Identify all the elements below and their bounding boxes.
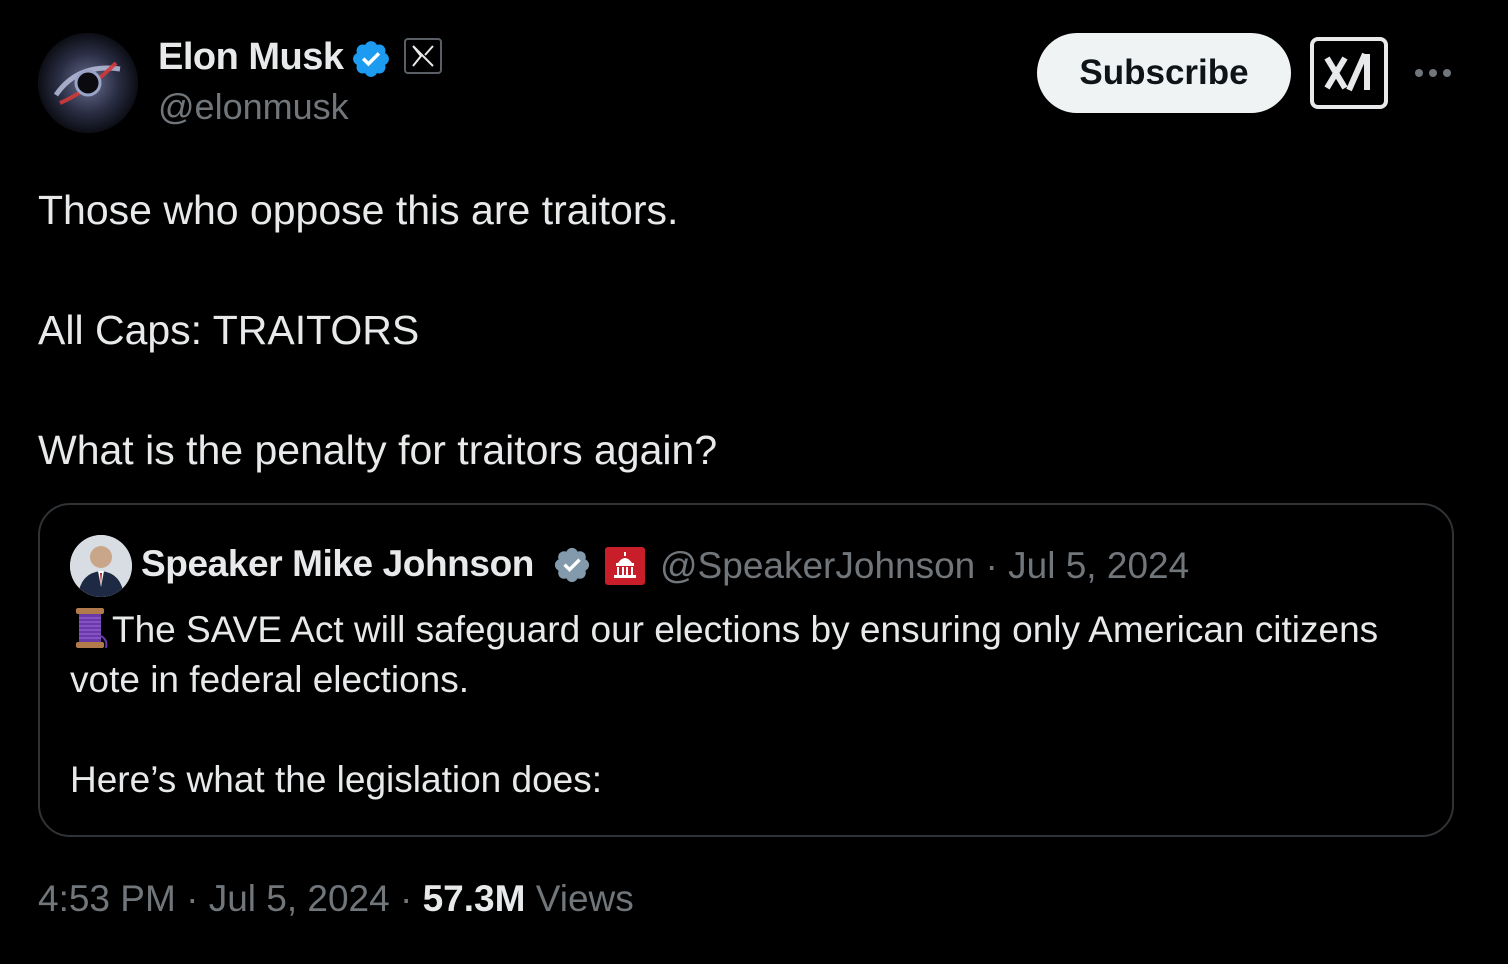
tweet-paragraph: What is the penalty for traitors again? <box>38 427 718 473</box>
author-name[interactable]: Elon Musk <box>158 36 344 79</box>
quoted-author-handle[interactable]: @SpeakerJohnson <box>660 545 975 586</box>
gray-verified-badge-icon[interactable] <box>552 545 592 585</box>
capitol-affiliation-icon[interactable] <box>605 547 645 585</box>
quoted-avatar-image <box>70 535 132 597</box>
footer-separator: · <box>186 878 199 919</box>
x-affiliation-icon[interactable] <box>404 38 442 74</box>
quoted-date[interactable]: Jul 5, 2024 <box>1008 545 1189 586</box>
tweet-detail: Elon Musk @elonmusk Subscribe Those who … <box>0 0 1508 964</box>
quoted-meta: @SpeakerJohnson · Jul 5, 2024 <box>660 545 1189 587</box>
quoted-line-1: The SAVE Act will safeguard our election… <box>70 609 1379 700</box>
tweet-date[interactable]: Jul 5, 2024 <box>209 878 390 919</box>
tweet-text: Those who oppose this are traitors. All … <box>38 180 1438 480</box>
quoted-author-avatar[interactable] <box>70 535 132 597</box>
tweet-paragraph: All Caps: TRAITORS <box>38 307 420 353</box>
footer-separator: · <box>400 878 413 919</box>
quoted-paragraph: The SAVE Act will safeguard our election… <box>70 605 1410 705</box>
author-handle[interactable]: @elonmusk <box>158 86 349 128</box>
quoted-author-name[interactable]: Speaker Mike Johnson <box>141 543 534 585</box>
tweet-time[interactable]: 4:53 PM <box>38 878 176 919</box>
tweet-footer: 4:53 PM · Jul 5, 2024 · 57.3M Views <box>38 878 634 920</box>
meta-separator: · <box>985 545 998 586</box>
views-count[interactable]: 57.3M <box>423 878 526 919</box>
spool-of-thread-icon <box>70 606 110 650</box>
quoted-tweet-text: The SAVE Act will safeguard our election… <box>70 605 1410 805</box>
verified-badge-icon[interactable] <box>350 38 392 80</box>
views-label[interactable]: Views <box>536 878 634 919</box>
quoted-tweet-card[interactable]: Speaker Mike Johnson @SpeakerJohnson · J… <box>38 503 1454 837</box>
tweet-paragraph: Those who oppose this are traitors. <box>38 187 679 233</box>
xai-grok-icon[interactable] <box>1310 37 1388 109</box>
author-avatar[interactable] <box>38 33 138 133</box>
quoted-paragraph: Here’s what the legislation does: <box>70 755 1410 805</box>
subscribe-button[interactable]: Subscribe <box>1037 33 1291 113</box>
quoted-line-2: Here’s what the legislation does: <box>70 759 603 800</box>
more-horizontal-icon[interactable] <box>1408 58 1458 88</box>
avatar-image <box>38 33 138 133</box>
